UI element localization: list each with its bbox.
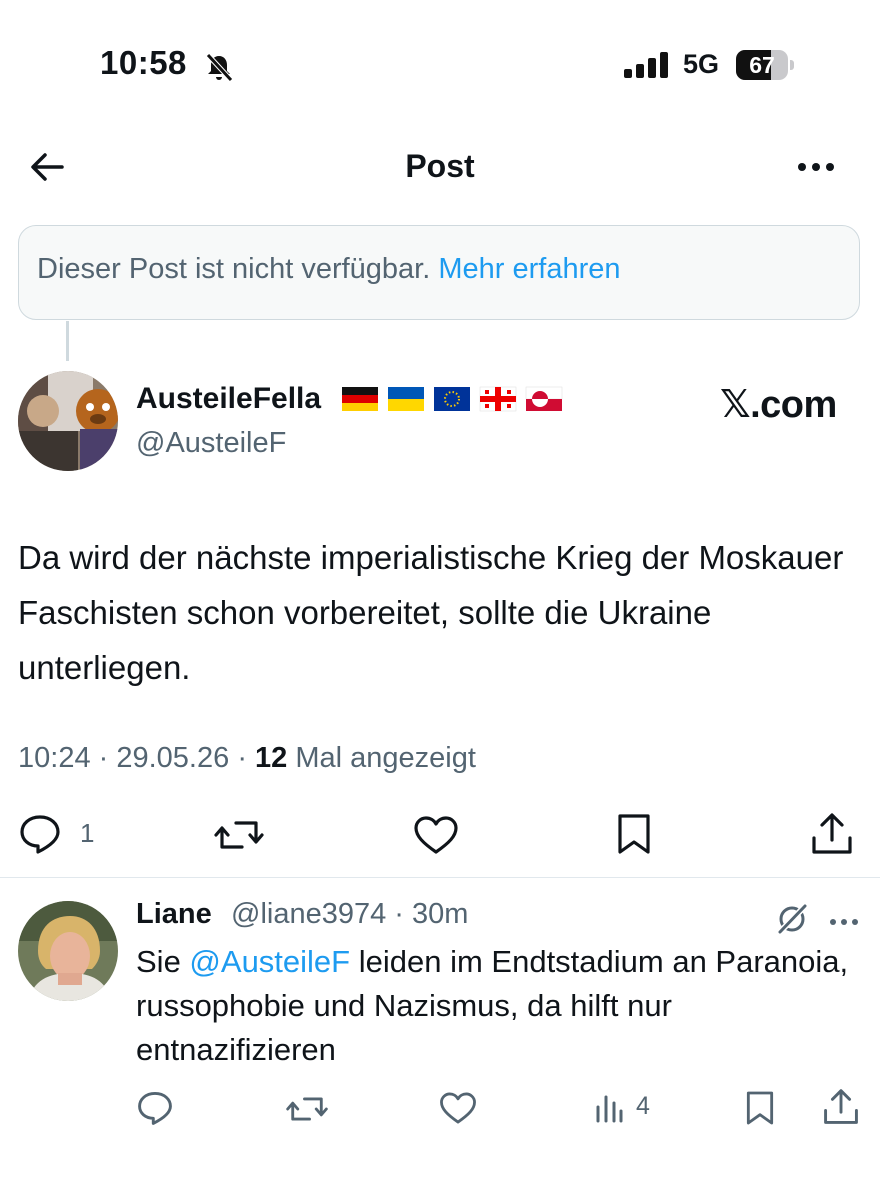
reply-author-avatar[interactable] bbox=[18, 901, 118, 1001]
reply-author-name[interactable]: Liane bbox=[136, 898, 212, 931]
reply-author-handle-line[interactable]: @liane3974 · 30m bbox=[231, 898, 468, 931]
signal-icon bbox=[624, 52, 670, 83]
georgia-flag bbox=[479, 386, 517, 412]
author-name[interactable]: AusteileFella bbox=[136, 382, 321, 416]
reply-icon[interactable] bbox=[18, 813, 62, 860]
reply-count: 1 bbox=[80, 818, 95, 848]
notice-text: Dieser Post ist nicht verfügbar. Mehr er… bbox=[37, 253, 621, 286]
x-com-logo: 𝕏.com bbox=[720, 384, 837, 426]
post-unavailable-notice: Dieser Post ist nicht verfügbar. Mehr er… bbox=[18, 225, 860, 320]
silent-bell-icon bbox=[204, 52, 234, 87]
reply-repost-icon[interactable] bbox=[286, 1092, 328, 1131]
germany-flag bbox=[342, 387, 378, 411]
post-views-label: Mal angezeigt bbox=[295, 742, 476, 774]
post-views-count: 12 bbox=[255, 742, 288, 774]
post-meta: 10:24 · 29.05.26 · 12 Mal angezeigt bbox=[18, 742, 476, 774]
like-heart-icon[interactable] bbox=[413, 815, 459, 860]
network-label: 5G bbox=[683, 49, 720, 79]
reply-age: 30m bbox=[412, 898, 469, 930]
thread-connector-line bbox=[66, 321, 69, 361]
more-options-icon[interactable] bbox=[796, 157, 836, 182]
reply-text-prefix: Sie bbox=[136, 944, 190, 979]
notice-message: Dieser Post ist nicht verfügbar. bbox=[37, 253, 431, 285]
reply-bookmark-icon[interactable] bbox=[745, 1090, 775, 1131]
divider bbox=[0, 877, 880, 878]
post-date: 29.05.26 bbox=[116, 742, 230, 774]
reply-reply-icon[interactable] bbox=[136, 1090, 174, 1131]
greenland-flag bbox=[525, 386, 563, 411]
reply-views-count: 4 bbox=[636, 1092, 650, 1120]
eu-flag bbox=[434, 387, 470, 411]
reply-text: Sie @AusteileF leiden im Endtstadium an … bbox=[136, 940, 856, 1072]
repost-icon[interactable] bbox=[214, 815, 264, 860]
reply-views-icon[interactable] bbox=[594, 1093, 624, 1128]
ukraine-flag bbox=[388, 387, 424, 411]
page-title: Post bbox=[405, 148, 475, 184]
reply-share-icon[interactable] bbox=[823, 1088, 859, 1131]
learn-more-link[interactable]: Mehr erfahren bbox=[438, 253, 620, 285]
post-time: 10:24 bbox=[18, 742, 91, 774]
reply-like-icon[interactable] bbox=[439, 1091, 477, 1130]
bookmark-icon[interactable] bbox=[616, 813, 652, 860]
battery-level: 67 bbox=[749, 52, 775, 78]
post-text: Da wird der nächste imperialistische Kri… bbox=[18, 539, 844, 686]
share-icon[interactable] bbox=[811, 812, 853, 861]
grok-icon[interactable] bbox=[775, 902, 809, 941]
reply-mention-link[interactable]: @AusteileF bbox=[189, 944, 350, 979]
author-avatar[interactable] bbox=[18, 371, 118, 471]
flag-emojis bbox=[342, 385, 564, 418]
reply-more-icon[interactable] bbox=[828, 914, 860, 932]
author-handle[interactable]: @AusteileF bbox=[136, 427, 286, 460]
battery-icon: 67 bbox=[736, 50, 796, 80]
reply-handle: @liane3974 bbox=[231, 898, 387, 930]
status-time: 10:58 bbox=[100, 44, 187, 81]
